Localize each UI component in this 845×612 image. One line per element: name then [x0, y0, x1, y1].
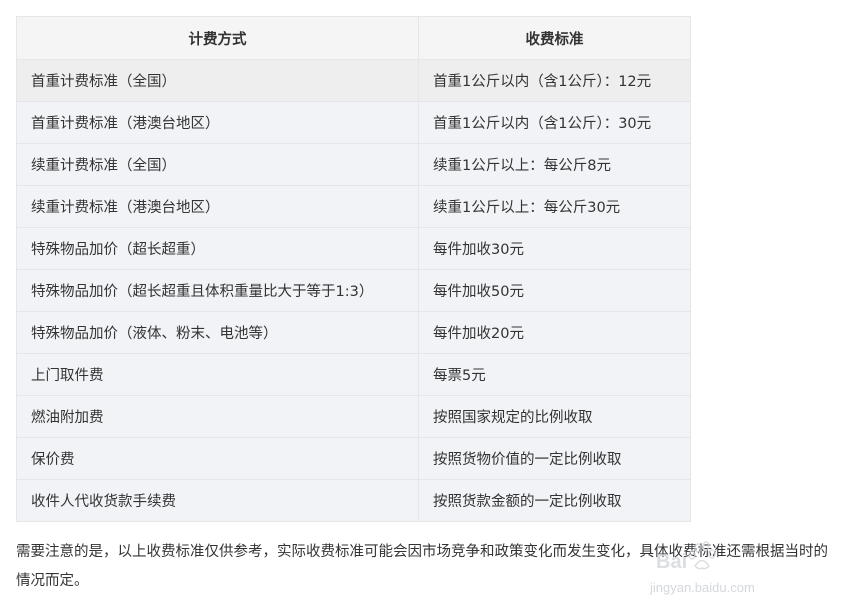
fee-cell: 续重1公斤以上：每公斤30元	[418, 185, 691, 228]
fee-cell: 每件加收20元	[418, 311, 691, 354]
method-cell: 首重计费标准（港澳台地区）	[16, 101, 419, 144]
table-row: 收件人代收货款手续费 按照货款金额的一定比例收取	[16, 479, 691, 522]
method-cell: 燃油附加费	[16, 395, 419, 438]
method-cell: 首重计费标准（全国）	[16, 59, 419, 102]
column-header-fee: 收费标准	[418, 16, 691, 60]
fee-cell: 按照国家规定的比例收取	[418, 395, 691, 438]
method-cell: 上门取件费	[16, 353, 419, 396]
fee-cell: 首重1公斤以内（含1公斤）：12元	[418, 59, 691, 102]
method-cell: 特殊物品加价（液体、粉末、电池等）	[16, 311, 419, 354]
table-row: 续重计费标准（港澳台地区） 续重1公斤以上：每公斤30元	[16, 185, 691, 228]
table-row: 燃油附加费 按照国家规定的比例收取	[16, 395, 691, 438]
fee-cell: 按照货物价值的一定比例收取	[418, 437, 691, 480]
method-cell: 收件人代收货款手续费	[16, 479, 419, 522]
fee-cell: 首重1公斤以内（含1公斤）：30元	[418, 101, 691, 144]
note-paragraph: 需要注意的是，以上收费标准仅供参考，实际收费标准可能会因市场竞争和政策变化而发生…	[16, 544, 828, 589]
method-cell: 特殊物品加价（超长超重）	[16, 227, 419, 270]
fee-cell: 续重1公斤以上：每公斤8元	[418, 143, 691, 186]
fee-cell: 每件加收30元	[418, 227, 691, 270]
fee-cell: 每件加收50元	[418, 269, 691, 312]
method-cell: 保价费	[16, 437, 419, 480]
table-row: 特殊物品加价（超长超重且体积重量比大于等于1:3） 每件加收50元	[16, 269, 691, 312]
method-cell: 特殊物品加价（超长超重且体积重量比大于等于1:3）	[16, 269, 419, 312]
fee-table: 计费方式 收费标准 首重计费标准（全国） 首重1公斤以内（含1公斤）：12元 首…	[16, 16, 691, 522]
method-cell: 续重计费标准（全国）	[16, 143, 419, 186]
fee-cell: 每票5元	[418, 353, 691, 396]
table-row: 保价费 按照货物价值的一定比例收取	[16, 437, 691, 480]
table-row: 上门取件费 每票5元	[16, 353, 691, 396]
table-row: 续重计费标准（全国） 续重1公斤以上：每公斤8元	[16, 143, 691, 186]
table-row: 特殊物品加价（超长超重） 每件加收30元	[16, 227, 691, 270]
table-row: 特殊物品加价（液体、粉末、电池等） 每件加收20元	[16, 311, 691, 354]
table-row: 首重计费标准（港澳台地区） 首重1公斤以内（含1公斤）：30元	[16, 101, 691, 144]
column-header-method: 计费方式	[16, 16, 419, 60]
table-row: 首重计费标准（全国） 首重1公斤以内（含1公斤）：12元	[16, 59, 691, 102]
method-cell: 续重计费标准（港澳台地区）	[16, 185, 419, 228]
table-header-row: 计费方式 收费标准	[16, 16, 691, 60]
fee-cell: 按照货款金额的一定比例收取	[418, 479, 691, 522]
